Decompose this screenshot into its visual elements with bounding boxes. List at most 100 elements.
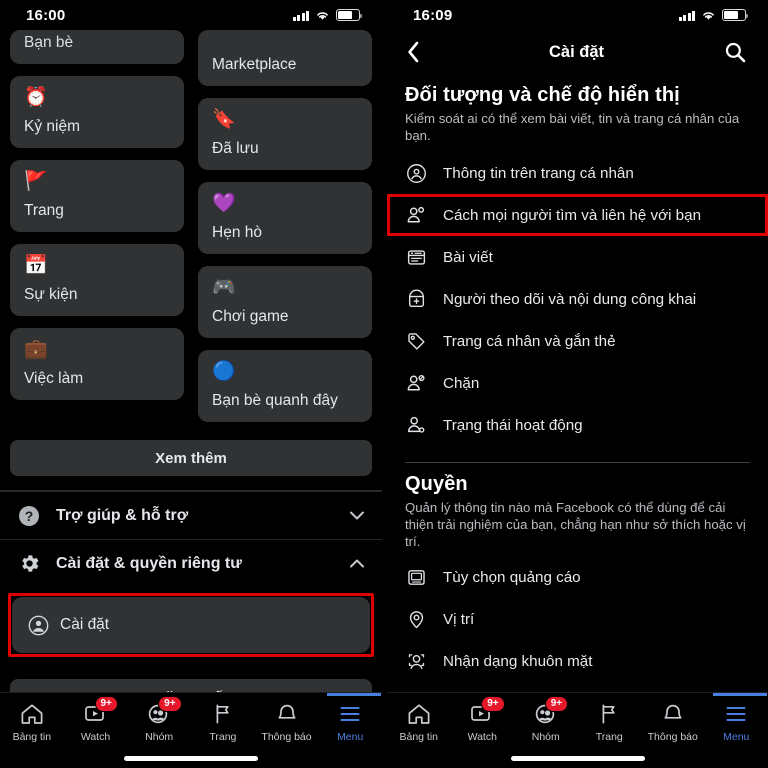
- menu-tile-friends[interactable]: Bạn bè: [10, 30, 184, 64]
- groups-icon: 9+: [534, 696, 569, 726]
- settings-privacy-row[interactable]: Cài đặt & quyền riêng tư: [0, 539, 382, 587]
- location-pin-icon: [405, 608, 427, 630]
- tab-label: Thông báo: [647, 731, 698, 743]
- menu-tile-saved[interactable]: 🔖 Đã lưu: [198, 98, 372, 170]
- status-indicators: [678, 9, 749, 21]
- tab-label: Nhóm: [531, 731, 560, 743]
- tab-badge: 9+: [481, 696, 505, 712]
- bottom-tab-bar-right: Bảng tin 9+ Watch 9+ Nhóm Trang Thông bá…: [387, 692, 768, 768]
- menu-column-left: Bạn bè ⏰ Kỷ niệm 🚩 Trang 📅 Sự kiện 💼 Việ…: [10, 30, 184, 400]
- tab-badge: 9+: [94, 696, 118, 712]
- settings-navbar: Cài đặt: [387, 30, 768, 74]
- section-title: Quyền: [405, 473, 468, 495]
- section-description: Kiểm soát ai có thể xem bài viết, tin và…: [405, 111, 740, 143]
- menu-tile-nearby-friends[interactable]: 🔵 Bạn bè quanh đây: [198, 350, 372, 422]
- settings-row-label: Trạng thái hoạt động: [443, 416, 583, 434]
- bell-icon: [661, 702, 685, 726]
- settings-row-followers-public-content[interactable]: Người theo dõi và nội dung công khai: [387, 278, 768, 320]
- cellular-signal-icon: [678, 10, 695, 21]
- settings-menu-item[interactable]: Cài đặt: [12, 597, 370, 653]
- status-bar-right: 16:09: [387, 0, 768, 30]
- see-more-button[interactable]: Xem thêm: [10, 440, 372, 476]
- menu-tile-label: Trang: [24, 202, 64, 219]
- menu-tile-dating[interactable]: 💜 Hẹn hò: [198, 182, 372, 254]
- tab-notifications[interactable]: Thông báo: [255, 702, 319, 743]
- tab-menu[interactable]: Menu: [318, 693, 382, 743]
- help-support-label: Trợ giúp & hỗ trợ: [56, 506, 189, 524]
- tab-news-feed[interactable]: Bảng tin: [387, 702, 451, 743]
- tab-pages[interactable]: Trang: [191, 702, 255, 743]
- menu-tile-label: Chơi game: [212, 308, 289, 325]
- hamburger-menu-icon: [724, 702, 748, 726]
- hamburger-menu-icon: [338, 702, 362, 726]
- home-icon: [20, 702, 44, 726]
- tab-label: Bảng tin: [399, 731, 439, 743]
- menu-tile-label: Kỷ niệm: [24, 118, 80, 135]
- wifi-icon: [701, 10, 716, 21]
- tag-icon: [405, 330, 427, 352]
- settings-row-location[interactable]: Vị trí: [387, 598, 768, 640]
- ads-monitor-icon: [405, 566, 427, 588]
- settings-row-label: Trang cá nhân và gắn thẻ: [443, 332, 616, 350]
- tab-badge: 9+: [158, 696, 182, 712]
- menu-tile-events[interactable]: 📅 Sự kiện: [10, 244, 184, 316]
- watch-video-icon: 9+: [470, 696, 505, 726]
- status-indicators: [292, 9, 363, 21]
- tab-notifications[interactable]: Thông báo: [641, 702, 705, 743]
- tab-groups[interactable]: 9+ Nhóm: [514, 696, 578, 743]
- menu-tile-marketplace[interactable]: Marketplace: [198, 30, 372, 86]
- menu-tile-memories[interactable]: ⏰ Kỷ niệm: [10, 76, 184, 148]
- permissions-items-list: Tùy chọn quảng cáo Vị trí Nhận dạng khuô…: [387, 556, 768, 682]
- settings-row-blocking[interactable]: Chặn: [387, 362, 768, 404]
- search-icon[interactable]: [722, 41, 746, 63]
- tab-news-feed[interactable]: Bảng tin: [0, 702, 64, 743]
- menu-tile-label: Việc làm: [24, 370, 84, 387]
- followers-plus-icon: [405, 288, 427, 310]
- memories-clock-icon: ⏰: [24, 87, 48, 108]
- menu-tile-gaming[interactable]: 🎮 Chơi game: [198, 266, 372, 338]
- menu-tile-label: Sự kiện: [24, 286, 78, 303]
- settings-row-posts[interactable]: Bài viết: [387, 236, 768, 278]
- tab-menu[interactable]: Menu: [705, 693, 768, 743]
- settings-row-label: Người theo dõi và nội dung công khai: [443, 290, 697, 308]
- tab-watch[interactable]: 9+ Watch: [451, 696, 515, 743]
- profile-circle-icon: [405, 162, 427, 184]
- pages-flag-icon: 🚩: [24, 171, 48, 192]
- menu-tile-pages[interactable]: 🚩 Trang: [10, 160, 184, 232]
- section-permissions-header: Quyền Quản lý thông tin nào mà Facebook …: [387, 463, 768, 550]
- page-title: Cài đặt: [548, 42, 604, 61]
- help-support-row[interactable]: ? Trợ giúp & hỗ trợ: [0, 491, 382, 539]
- tab-groups[interactable]: 9+ Nhóm: [127, 696, 191, 743]
- audience-items-list: Thông tin trên trang cá nhân Cách mọi ng…: [387, 152, 768, 446]
- chevron-down-icon: [350, 511, 364, 520]
- face-recognition-icon: [405, 650, 427, 672]
- saved-bookmark-icon: 🔖: [212, 109, 236, 130]
- home-indicator: [124, 756, 258, 761]
- bottom-tab-bar-left: Bảng tin 9+ Watch 9+ Nhóm Trang Thông bá…: [0, 692, 382, 768]
- settings-row-label: Bài viết: [443, 248, 493, 266]
- settings-row-how-people-find-you[interactable]: Cách mọi người tìm và liên hệ với bạn: [387, 194, 768, 236]
- tab-watch[interactable]: 9+ Watch: [64, 696, 128, 743]
- tab-label: Nhóm: [145, 731, 174, 743]
- menu-tile-jobs[interactable]: 💼 Việc làm: [10, 328, 184, 400]
- tab-pages[interactable]: Trang: [578, 702, 642, 743]
- battery-icon: [336, 9, 363, 21]
- settings-highlight-wrapper: Cài đặt: [8, 593, 374, 657]
- events-calendar-icon: 📅: [24, 255, 48, 276]
- settings-row-profile-tagging[interactable]: Trang cá nhân và gắn thẻ: [387, 320, 768, 362]
- chevron-up-icon: [350, 559, 364, 568]
- back-button[interactable]: [407, 41, 431, 63]
- menu-grid-scroll[interactable]: Bạn bè ⏰ Kỷ niệm 🚩 Trang 📅 Sự kiện 💼 Việ…: [0, 30, 382, 422]
- posts-card-icon: [405, 246, 427, 268]
- status-time: 16:00: [26, 6, 66, 24]
- tab-label: Menu: [337, 731, 364, 743]
- settings-row-profile-info[interactable]: Thông tin trên trang cá nhân: [387, 152, 768, 194]
- settings-row-face-recognition[interactable]: Nhận dạng khuôn mặt: [387, 640, 768, 682]
- settings-row-ad-preferences[interactable]: Tùy chọn quảng cáo: [387, 556, 768, 598]
- right-phone-screen: 16:09 Cài đặt Đối tượng và chế độ hiển t…: [384, 0, 768, 768]
- status-bar-left: 16:00: [0, 0, 382, 30]
- tab-label: Bảng tin: [12, 731, 52, 743]
- settings-row-active-status[interactable]: Trạng thái hoạt động: [387, 404, 768, 446]
- settings-row-label: Tùy chọn quảng cáo: [443, 568, 581, 586]
- menu-grid: Bạn bè ⏰ Kỷ niệm 🚩 Trang 📅 Sự kiện 💼 Việ…: [10, 30, 372, 422]
